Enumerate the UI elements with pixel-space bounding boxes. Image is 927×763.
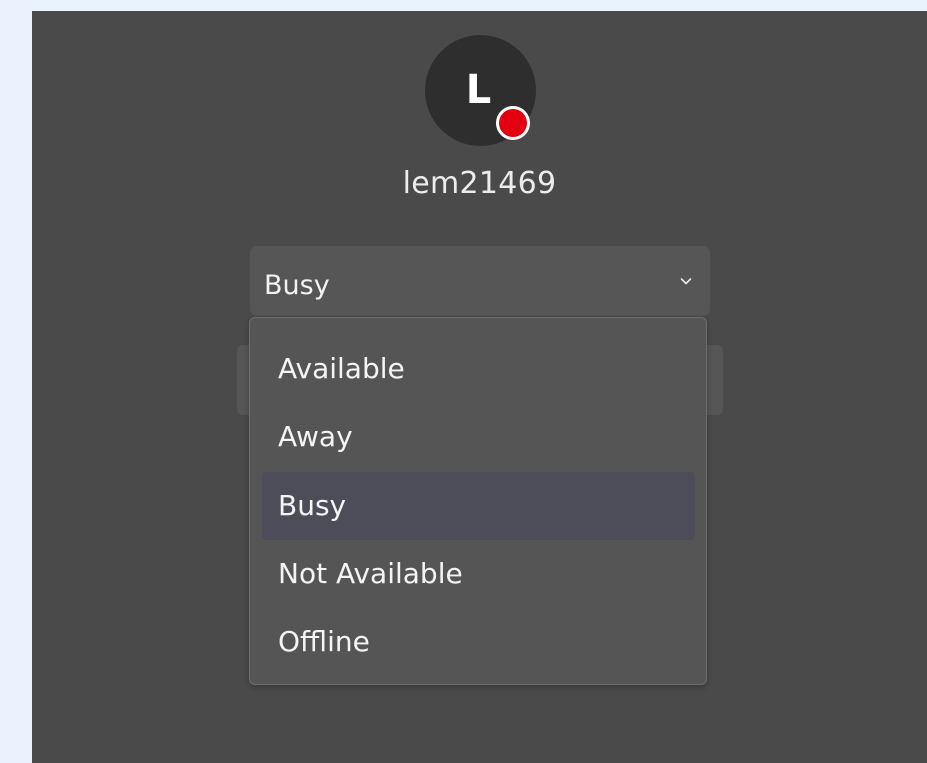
status-dropdown-menu: Available Away Busy Not Available Offlin…	[249, 317, 707, 685]
avatar: L	[425, 35, 536, 146]
username-label: lem21469	[402, 166, 557, 201]
chevron-down-icon	[680, 278, 692, 285]
status-select-value: Busy	[264, 270, 330, 301]
status-option-busy[interactable]: Busy	[262, 472, 695, 540]
status-select[interactable]: Busy	[250, 246, 710, 316]
profile-panel: L lem21469 Busy Available Away Busy Not …	[32, 11, 927, 763]
status-option-away[interactable]: Away	[262, 403, 695, 471]
status-option-offline[interactable]: Offline	[262, 608, 695, 676]
status-option-not-available[interactable]: Not Available	[262, 540, 695, 608]
busy-status-dot-icon	[496, 106, 530, 140]
status-option-available[interactable]: Available	[262, 335, 695, 403]
